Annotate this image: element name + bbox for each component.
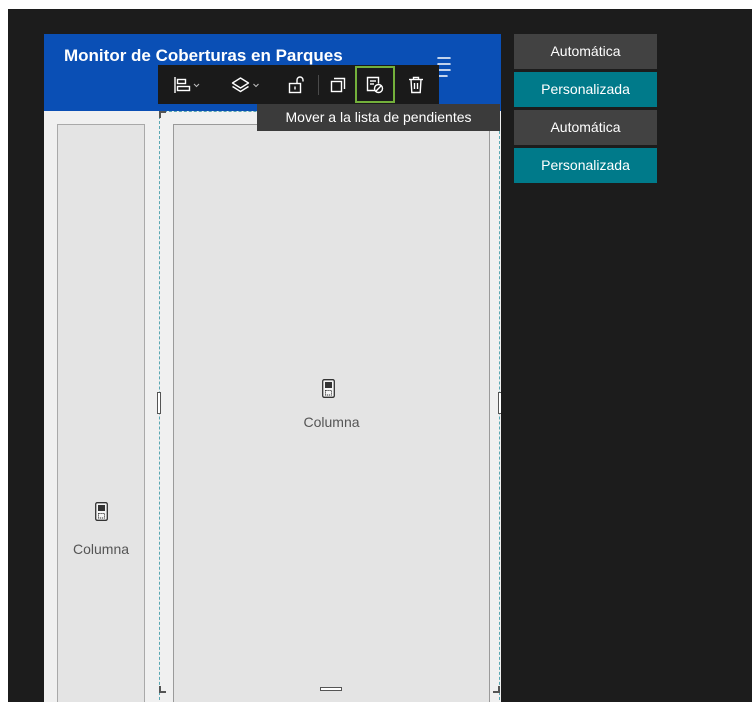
highlight-frame (355, 66, 395, 103)
column-left[interactable]: Columna (57, 124, 145, 702)
trash-icon (409, 76, 423, 93)
layers-button[interactable] (222, 65, 270, 104)
column-icon (322, 379, 335, 398)
layers-icon (231, 76, 259, 92)
resize-corner-bottom-right[interactable] (493, 686, 500, 693)
page-title: Monitor de Coberturas en Parques (64, 46, 343, 65)
option-custom[interactable]: Personalizada (514, 72, 657, 107)
align-left-icon (174, 76, 200, 93)
duplicate-icon (330, 77, 346, 92)
page-canvas[interactable]: Monitor de Coberturas en Parques Columna… (44, 34, 501, 702)
element-toolbar (158, 65, 439, 104)
lock-button[interactable] (282, 65, 310, 104)
column-label: Columna (72, 541, 130, 557)
resize-handle-left[interactable] (157, 392, 161, 414)
unlock-icon (288, 75, 304, 93)
column-icon (95, 502, 108, 521)
resize-corner-top-left[interactable] (159, 111, 166, 118)
tooltip: Mover a la lista de pendientes (257, 104, 500, 131)
column-selected[interactable]: Columna (173, 124, 490, 702)
align-button[interactable] (164, 65, 210, 104)
column-label: Columna (303, 414, 360, 430)
option-custom[interactable]: Personalizada (514, 148, 657, 183)
option-automatic[interactable]: Automática (514, 34, 657, 69)
delete-button[interactable] (402, 65, 430, 104)
resize-handle-right[interactable] (498, 392, 501, 414)
resize-handle-bottom[interactable] (320, 687, 342, 691)
menu-icon[interactable] (437, 56, 451, 78)
toolbar-separator (318, 75, 319, 95)
resize-corner-bottom-left[interactable] (159, 686, 166, 693)
duplicate-button[interactable] (324, 65, 352, 104)
option-automatic[interactable]: Automática (514, 110, 657, 145)
